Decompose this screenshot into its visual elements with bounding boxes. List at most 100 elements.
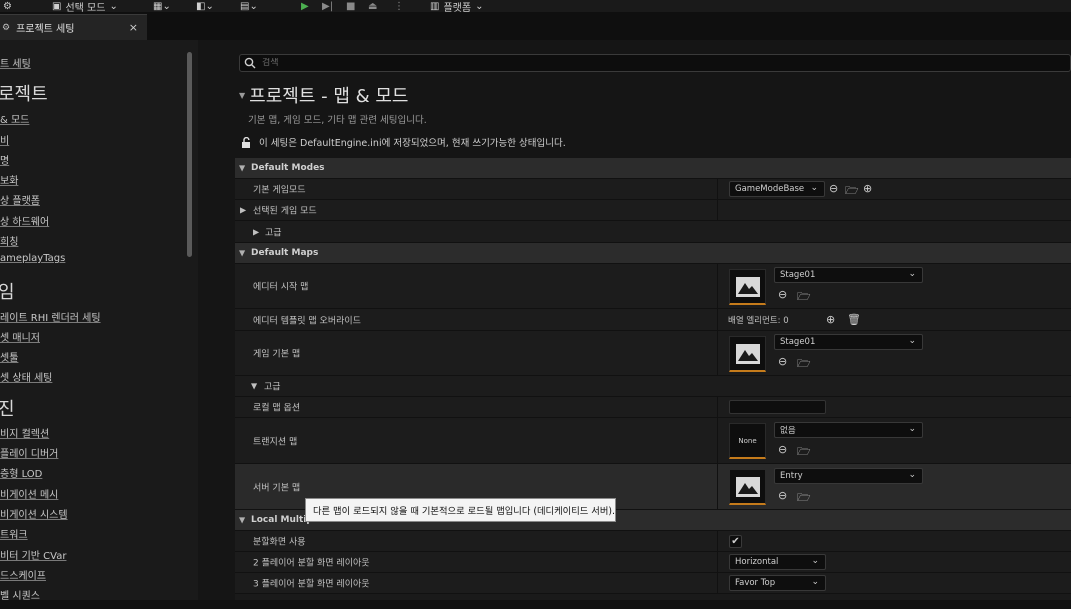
- column-divider[interactable]: [717, 331, 718, 375]
- sidebar-nav-link[interactable]: 셋툴: [0, 349, 18, 364]
- search-input[interactable]: [262, 58, 662, 68]
- two-player-layout-combo[interactable]: Horizontal ⌄: [729, 554, 826, 570]
- sidebar-nav-link[interactable]: 비게이션 시스템: [0, 506, 68, 521]
- browse-folder-icon[interactable]: 🗁: [797, 443, 811, 462]
- splitter[interactable]: [198, 40, 234, 600]
- column-divider[interactable]: [717, 552, 718, 572]
- column-divider[interactable]: [717, 464, 718, 509]
- play-icon[interactable]: ▶: [301, 0, 309, 12]
- chevron-down-icon: ⌄: [811, 556, 819, 566]
- sidebar-nav-link[interactable]: 드스케이프: [0, 567, 46, 582]
- sidebar-nav-link[interactable]: 셋 상태 세팅: [0, 369, 52, 384]
- stop-icon[interactable]: ■: [346, 0, 355, 12]
- category-default-maps[interactable]: ▼ Default Maps: [235, 243, 1071, 264]
- config-status-text: 이 세팅은 DefaultEngine.ini에 저장되었으며, 현재 쓰기가능…: [259, 138, 566, 149]
- chevron-down-icon: ⌄: [109, 0, 118, 12]
- prop-label: 2 플레이어 분할 화면 레이아웃: [253, 558, 370, 569]
- sidebar-nav-link[interactable]: 비터 기반 CVar: [0, 547, 66, 562]
- split-screen-checkbox[interactable]: ✔: [729, 535, 742, 548]
- browse-folder-icon[interactable]: 🗁: [797, 355, 811, 374]
- transition-map-combo[interactable]: 없음 ⌄: [774, 422, 923, 438]
- column-divider[interactable]: [717, 397, 718, 417]
- browse-back-icon[interactable]: ⊖: [829, 182, 838, 195]
- sidebar-nav-link[interactable]: 비: [0, 132, 9, 147]
- local-map-options-input[interactable]: [729, 400, 826, 414]
- chevron-down-icon: ⌄: [908, 470, 916, 480]
- select-mode-icon: ▣: [52, 0, 62, 12]
- sidebar-nav-link[interactable]: 상 하드웨어: [0, 213, 49, 228]
- editor-startup-map-combo[interactable]: Stage01 ⌄: [774, 267, 923, 283]
- sidebar-nav-link[interactable]: 명: [0, 152, 9, 167]
- sidebar-nav-link[interactable]: 트 세팅: [0, 55, 31, 70]
- map-thumbnail[interactable]: [729, 469, 766, 505]
- add-element-icon[interactable]: ⊕: [826, 313, 835, 326]
- game-mode-combo[interactable]: GameModeBase ⌄: [729, 181, 825, 197]
- map-thumbnail[interactable]: None: [729, 423, 766, 459]
- browse-back-icon[interactable]: ⊖: [778, 288, 787, 301]
- browse-back-icon[interactable]: ⊖: [778, 489, 787, 502]
- sidebar-nav-link[interactable]: 벨 시퀀스: [0, 587, 40, 600]
- select-mode-dropdown[interactable]: ▣ 선택 모드 ⌄: [52, 0, 118, 14]
- browse-folder-icon[interactable]: 🗁: [845, 182, 859, 201]
- blueprint-icon[interactable]: ◧⌄: [196, 0, 214, 12]
- column-divider[interactable]: [717, 418, 718, 463]
- row-two-player-layout: 2 플레이어 분할 화면 레이아웃 Horizontal ⌄: [235, 552, 1071, 573]
- game-default-map-combo[interactable]: Stage01 ⌄: [774, 334, 923, 350]
- settings-icon[interactable]: ⚙: [3, 0, 12, 12]
- search-box[interactable]: [239, 54, 1071, 72]
- column-divider[interactable]: [717, 264, 718, 308]
- platforms-dropdown[interactable]: ▥ 플랫폼 ⌄: [430, 0, 484, 14]
- sidebar-nav-link[interactable]: 비게이션 메시: [0, 486, 58, 501]
- column-divider[interactable]: [717, 179, 718, 199]
- sidebar-nav-link[interactable]: 비지 컬렉션: [0, 425, 49, 440]
- server-default-map-combo[interactable]: Entry ⌄: [774, 468, 923, 484]
- prop-label: 에디터 템플릿 맵 오버라이드: [253, 316, 361, 326]
- add-icon[interactable]: ⊕: [863, 182, 872, 195]
- browse-back-icon[interactable]: ⊖: [778, 443, 787, 456]
- row-local-map-options: 로컬 맵 옵션: [235, 397, 1071, 418]
- page-title-text: 프로젝트 - 맵 & 모드: [249, 86, 409, 107]
- prop-label: 3 플레이어 분할 화면 레이아웃: [253, 579, 370, 590]
- collapse-caret-icon[interactable]: ▼: [239, 91, 245, 100]
- column-divider[interactable]: [717, 531, 718, 551]
- main-toolbar: ⚙ ▣ 선택 모드 ⌄ ▦⌄ ◧⌄ ▤⌄ ▶ ▶| ■ ⏏ ⋮ ▥ 플랫폼 ⌄: [0, 0, 1071, 14]
- browse-folder-icon[interactable]: 🗁: [797, 489, 811, 508]
- combo-value: GameModeBase: [735, 184, 805, 194]
- map-thumbnail[interactable]: [729, 336, 766, 372]
- step-icon[interactable]: ▶|: [322, 0, 333, 12]
- sidebar-scrollbar[interactable]: [187, 52, 192, 257]
- eject-icon[interactable]: ⏏: [368, 0, 377, 12]
- page-subtitle: 기본 맵, 게임 모드, 기타 맵 관련 세팅입니다.: [248, 115, 427, 126]
- browse-back-icon[interactable]: ⊖: [778, 355, 787, 368]
- sidebar-nav-link[interactable]: 트워크: [0, 526, 28, 541]
- sidebar-nav-link[interactable]: 희칭: [0, 233, 18, 248]
- cinematics-icon[interactable]: ▤⌄: [240, 0, 258, 12]
- add-content-icon[interactable]: ▦⌄: [153, 0, 171, 12]
- chevron-down-icon: ⌄: [475, 0, 484, 12]
- column-divider[interactable]: [717, 573, 718, 593]
- category-default-modes[interactable]: ▼ Default Modes: [235, 158, 1071, 179]
- three-player-layout-combo[interactable]: Favor Top ⌄: [729, 575, 826, 591]
- close-icon[interactable]: ×: [129, 21, 138, 34]
- row-modes-advanced[interactable]: ▶ 고급: [235, 221, 1071, 243]
- sidebar-nav-link[interactable]: 셋 매니저: [0, 329, 40, 344]
- sidebar-nav-link[interactable]: 플레이 디버거: [0, 445, 58, 460]
- prop-label: 고급: [265, 228, 282, 238]
- expand-caret-icon: ▼: [239, 515, 246, 525]
- column-divider[interactable]: [717, 200, 718, 220]
- trash-icon[interactable]: 🗑: [847, 313, 861, 326]
- sidebar-nav-link[interactable]: & 모드: [0, 111, 29, 126]
- column-divider[interactable]: [717, 309, 718, 330]
- more-options-icon[interactable]: ⋮: [394, 0, 404, 12]
- browse-folder-icon[interactable]: 🗁: [797, 288, 811, 307]
- tab-project-settings[interactable]: ⚙ 프로젝트 세팅 ×: [0, 14, 147, 40]
- sidebar-nav-link[interactable]: 보화: [0, 172, 18, 187]
- sidebar-nav-link[interactable]: 레이트 RHI 렌더러 세팅: [0, 309, 101, 324]
- row-selected-game-mode[interactable]: ▶ 선택된 게임 모드: [235, 200, 1071, 221]
- sidebar-nav-link[interactable]: ameplayTags: [0, 253, 65, 264]
- unlock-icon: [242, 136, 250, 148]
- map-thumbnail[interactable]: [729, 269, 766, 305]
- sidebar-nav-link[interactable]: 상 플랫폼: [0, 192, 40, 207]
- sidebar-nav-link[interactable]: 층형 LOD: [0, 465, 42, 480]
- row-maps-advanced[interactable]: ▼ 고급: [235, 376, 1071, 397]
